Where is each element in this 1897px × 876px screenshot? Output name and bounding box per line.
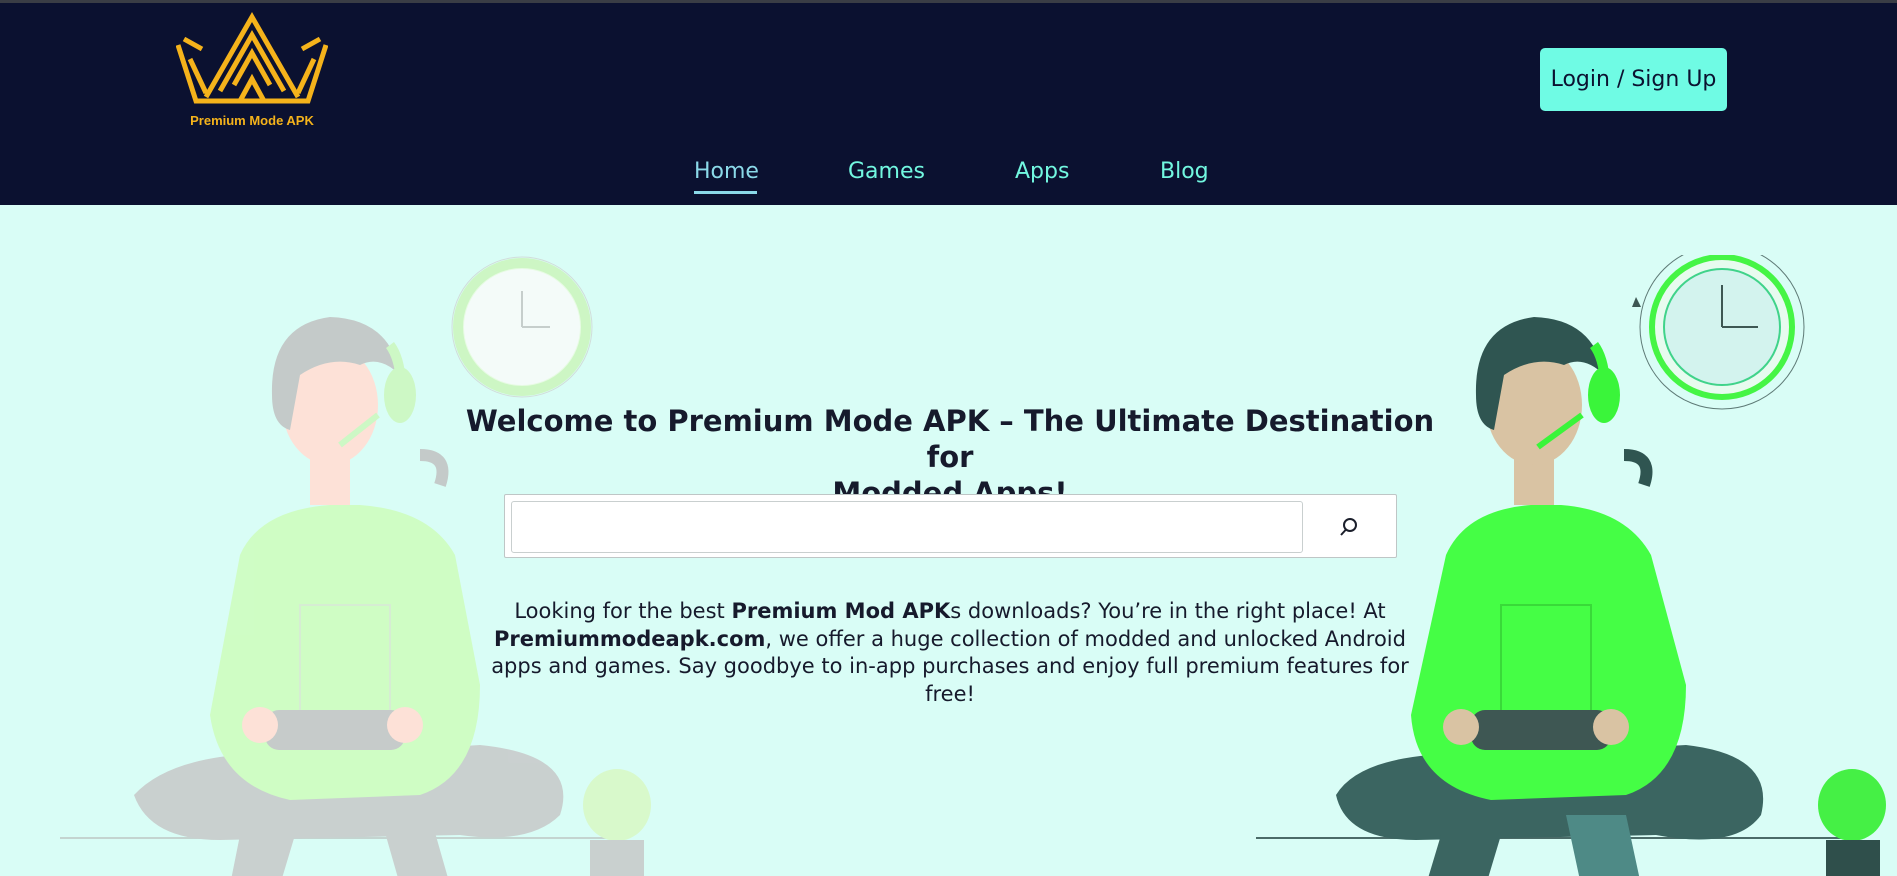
- search-icon: [1340, 518, 1357, 536]
- cactus-icon: [583, 769, 651, 841]
- nav-home[interactable]: Home: [694, 159, 759, 184]
- crown-logo-icon: [175, 11, 329, 104]
- gamer-illustration-left: [60, 256, 651, 876]
- brand-logo[interactable]: Premium Mode APK: [175, 9, 329, 133]
- highlight-premium-mod-apk: Premium Mod APK: [731, 599, 951, 623]
- nav-apps[interactable]: Apps: [1015, 159, 1069, 184]
- cactus-icon-right: [1818, 769, 1886, 841]
- search-button[interactable]: [1305, 501, 1393, 553]
- hero-title-line-1: Welcome to Premium Mode APK – The Ultima…: [465, 404, 1435, 474]
- clock-icon-right: [1632, 255, 1805, 410]
- gamer-illustration-right: [1256, 255, 1886, 876]
- hero-section: Welcome to Premium Mode APK – The Ultima…: [0, 205, 1897, 876]
- site-header: Premium Mode APK Login / Sign Up Home Ga…: [0, 3, 1897, 205]
- nav-active-underline: [694, 191, 757, 194]
- hero-description: Looking for the best Premium Mod APKs do…: [491, 599, 1409, 706]
- nav-blog[interactable]: Blog: [1160, 159, 1209, 184]
- search-bar: [504, 494, 1397, 558]
- search-input[interactable]: [511, 501, 1303, 553]
- brand-name: Premium Mode APK: [190, 113, 314, 128]
- nav-games[interactable]: Games: [848, 159, 925, 184]
- login-signup-button[interactable]: Login / Sign Up: [1540, 48, 1727, 111]
- highlight-site-name: Premiummodeapk.com: [494, 626, 766, 651]
